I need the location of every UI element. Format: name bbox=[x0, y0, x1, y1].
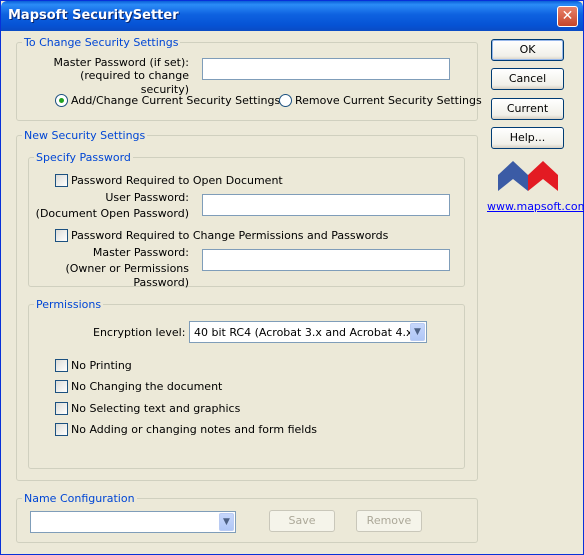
require-open-label[interactable]: Password Required to Open Document bbox=[71, 174, 283, 188]
title-bar[interactable]: Mapsoft SecuritySetter ✕ bbox=[1, 1, 583, 31]
chevron-down-icon[interactable]: ▼ bbox=[219, 513, 234, 531]
master-password-field[interactable] bbox=[202, 58, 450, 80]
encryption-select[interactable]: 40 bit RC4 (Acrobat 3.x and Acrobat 4.x)… bbox=[189, 321, 427, 343]
name-configuration-legend: Name Configuration bbox=[22, 492, 137, 505]
new-security-legend: New Security Settings bbox=[22, 129, 148, 142]
cancel-button[interactable]: Cancel bbox=[491, 68, 564, 90]
radio-remove-label[interactable]: Remove Current Security Settings bbox=[295, 94, 482, 108]
no-selecting-checkbox[interactable] bbox=[55, 402, 68, 415]
no-notes-checkbox[interactable] bbox=[55, 423, 68, 436]
window-title: Mapsoft SecuritySetter bbox=[8, 8, 179, 23]
save-button[interactable]: Save bbox=[269, 510, 335, 532]
mapsoft-logo bbox=[498, 161, 558, 191]
master-password-label: Master Password (if set): bbox=[53, 56, 189, 69]
no-selecting-label[interactable]: No Selecting text and graphics bbox=[71, 402, 240, 416]
no-changing-label[interactable]: No Changing the document bbox=[71, 380, 222, 394]
user-password-sublabel: (Document Open Password) bbox=[35, 207, 189, 220]
radio-remove[interactable] bbox=[279, 94, 292, 107]
owner-password-label: Master Password: bbox=[92, 246, 189, 259]
user-password-label: User Password: bbox=[105, 191, 189, 204]
logo-right-shape bbox=[528, 161, 558, 191]
owner-password-field[interactable] bbox=[202, 249, 450, 271]
close-icon[interactable]: ✕ bbox=[557, 6, 578, 27]
user-password-field[interactable] bbox=[202, 194, 450, 216]
no-changing-checkbox[interactable] bbox=[55, 380, 68, 393]
help-button[interactable]: Help... bbox=[491, 127, 564, 149]
current-button[interactable]: Current bbox=[491, 98, 564, 120]
require-change-label[interactable]: Password Required to Change Permissions … bbox=[71, 229, 388, 243]
specify-password-legend: Specify Password bbox=[34, 151, 133, 164]
no-notes-label[interactable]: No Adding or changing notes and form fie… bbox=[71, 423, 317, 437]
name-configuration-select[interactable]: ▼ bbox=[30, 511, 236, 533]
no-printing-label[interactable]: No Printing bbox=[71, 359, 132, 373]
remove-button[interactable]: Remove bbox=[356, 510, 422, 532]
require-change-checkbox[interactable] bbox=[55, 229, 68, 242]
permissions-legend: Permissions bbox=[34, 298, 104, 311]
logo-left-shape bbox=[498, 161, 528, 191]
radio-add-change-label[interactable]: Add/Change Current Security Settings bbox=[71, 94, 280, 108]
ok-button[interactable]: OK bbox=[491, 39, 564, 61]
no-printing-checkbox[interactable] bbox=[55, 359, 68, 372]
radio-add-change[interactable] bbox=[55, 94, 68, 107]
encryption-value: 40 bit RC4 (Acrobat 3.x and Acrobat 4.x) bbox=[194, 326, 417, 339]
owner-password-sublabel: (Owner or Permissions Password) bbox=[65, 262, 189, 289]
chevron-down-icon[interactable]: ▼ bbox=[410, 323, 425, 341]
encryption-label: Encryption level: bbox=[93, 326, 186, 339]
master-password-sublabel: (required to change security) bbox=[80, 69, 189, 96]
mapsoft-link[interactable]: www.mapsoft.com bbox=[487, 200, 584, 213]
dialog-window: Mapsoft SecuritySetter ✕ To Change Secur… bbox=[0, 0, 584, 555]
change-security-legend: To Change Security Settings bbox=[22, 36, 181, 49]
require-open-checkbox[interactable] bbox=[55, 174, 68, 187]
